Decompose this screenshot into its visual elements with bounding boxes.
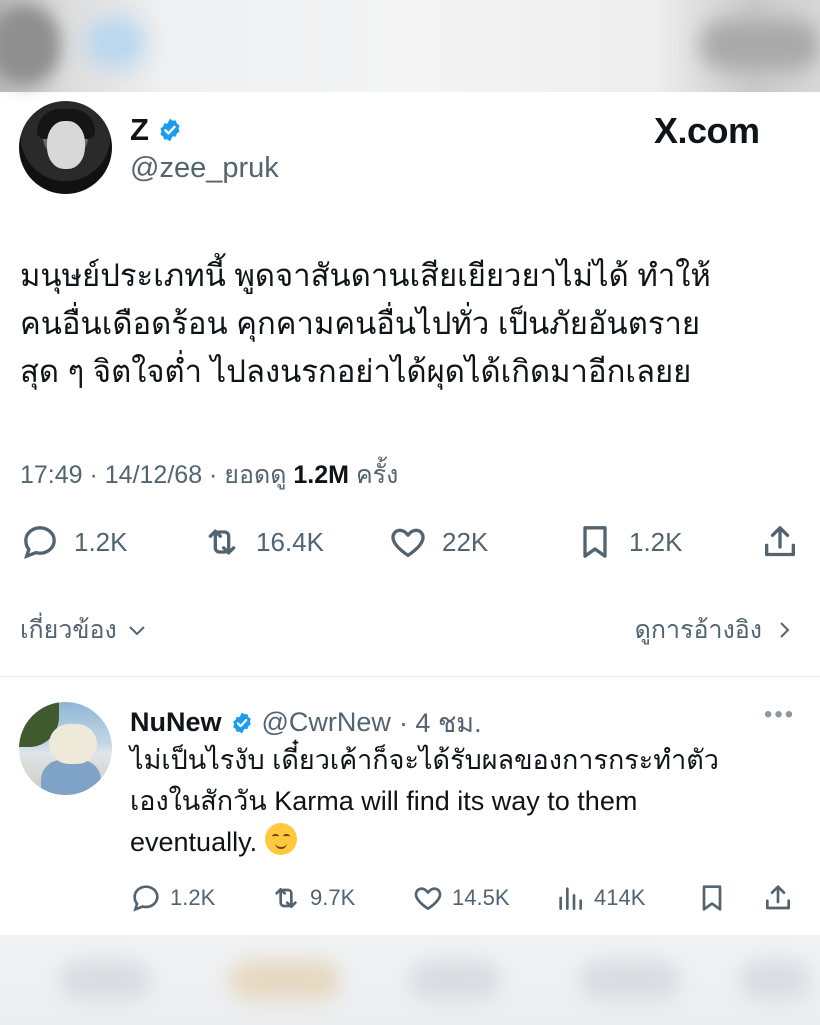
reply-reply-count: 1.2K: [170, 885, 216, 910]
repost-icon: [275, 888, 297, 908]
divider: [0, 676, 820, 677]
chevron-down-icon: [128, 626, 145, 636]
reply-author-handle[interactable]: @CwrNew: [262, 707, 391, 738]
repost-icon: [208, 529, 236, 555]
share-icon: [766, 885, 790, 910]
site-brand: X.com: [654, 110, 760, 151]
bookmark-icon: [583, 526, 607, 558]
tweet-text-line: คนอื่นเดือดร้อน คุกคามคนอื่นไปทั่ว เป็นภ…: [20, 306, 701, 341]
like-icon: [391, 528, 425, 557]
quotes-label: ดูการอ้างอิง: [634, 616, 762, 644]
like-button[interactable]: 22K: [388, 520, 488, 564]
reply-button[interactable]: 1.2K: [20, 520, 128, 564]
smiling-face-emoji-icon: [264, 823, 297, 855]
author-avatar[interactable]: [19, 101, 112, 194]
reply-repost-count: 9.7K: [310, 885, 356, 910]
reply-count: 1.2K: [74, 526, 128, 557]
reply-icon: [24, 526, 56, 559]
repost-count: 16.4K: [256, 526, 324, 557]
verified-badge-icon: [160, 118, 180, 142]
tweet-text: มนุษย์ประเภทนี้ พูดจาสันดานเสียเยียวยาไม…: [20, 252, 810, 396]
share-button[interactable]: [760, 520, 800, 564]
reply-header: NuNew @CwrNew · 4 ชม.: [130, 701, 482, 744]
bookmark-button[interactable]: 1.2K: [575, 520, 683, 564]
reply-author-name[interactable]: NuNew: [130, 707, 222, 738]
reply-like-button[interactable]: 14.5K: [412, 878, 510, 918]
tweet-text-line: สุด ๆ จิตใจต่ำ ไปลงนรกอย่าได้ผุดได้เกิดม…: [20, 354, 692, 389]
related-toggle[interactable]: เกี่ยวข้อง: [20, 610, 149, 650]
view-count-suffix: ครั้ง: [355, 461, 399, 489]
reply-author-avatar[interactable]: [19, 702, 112, 795]
bookmark-count: 1.2K: [629, 526, 683, 557]
more-icon[interactable]: •••: [764, 701, 795, 729]
chevron-right-icon: [780, 622, 790, 638]
reply-like-count: 14.5K: [452, 885, 510, 910]
author-name-row[interactable]: Z: [130, 112, 183, 148]
blurred-background-bottom: [0, 935, 820, 1025]
author-handle[interactable]: @zee_pruk: [130, 152, 279, 185]
related-label: เกี่ยวข้อง: [20, 616, 117, 644]
reply-time[interactable]: · 4 ชม.: [399, 701, 482, 744]
reply-text-line: eventually.: [130, 827, 258, 857]
view-quotes-link[interactable]: ดูการอ้างอิง: [635, 610, 796, 650]
reply-icon: [133, 885, 159, 912]
reply-reply-button[interactable]: 1.2K: [130, 878, 215, 918]
reply-text: ไม่เป็นไรงับ เดี๋ยวเค้าก็จะได้รับผลของกา…: [130, 740, 810, 863]
reply-share-button[interactable]: [762, 878, 794, 918]
bookmark-icon: [702, 885, 722, 911]
reply-view-count: 414K: [594, 885, 646, 910]
tweet-action-bar: 1.2K 16.4K 22K 1.2K: [20, 520, 800, 564]
views-icon: [559, 887, 582, 910]
author-name[interactable]: Z: [130, 112, 149, 148]
reply-text-line: เองในสักวัน Karma will find its way to t…: [130, 786, 638, 816]
verified-badge-icon: [232, 712, 251, 733]
reply-bookmark-button[interactable]: [696, 878, 728, 918]
reply-repost-button[interactable]: 9.7K: [270, 878, 355, 918]
tweet-meta: 17:49 · 14/12/68 · ยอดดู 1.2M ครั้ง: [20, 455, 398, 495]
like-count: 22K: [442, 526, 489, 557]
tweet-text-line: มนุษย์ประเภทนี้ พูดจาสันดานเสียเยียวยาไม…: [20, 258, 711, 293]
repost-button[interactable]: 16.4K: [202, 520, 324, 564]
reply-views-button[interactable]: 414K: [554, 878, 645, 918]
view-count: 1.2M: [293, 461, 349, 489]
like-icon: [414, 887, 442, 910]
reply-text-line: ไม่เป็นไรงับ เดี๋ยวเค้าก็จะได้รับผลของกา…: [130, 745, 719, 775]
blurred-background-top: [0, 0, 820, 92]
reply-action-bar: 1.2K 9.7K 14.5K 414K: [130, 878, 800, 918]
tweet-timestamp[interactable]: 17:49 · 14/12/68 · ยอดดู: [20, 461, 286, 489]
share-icon: [765, 526, 795, 557]
